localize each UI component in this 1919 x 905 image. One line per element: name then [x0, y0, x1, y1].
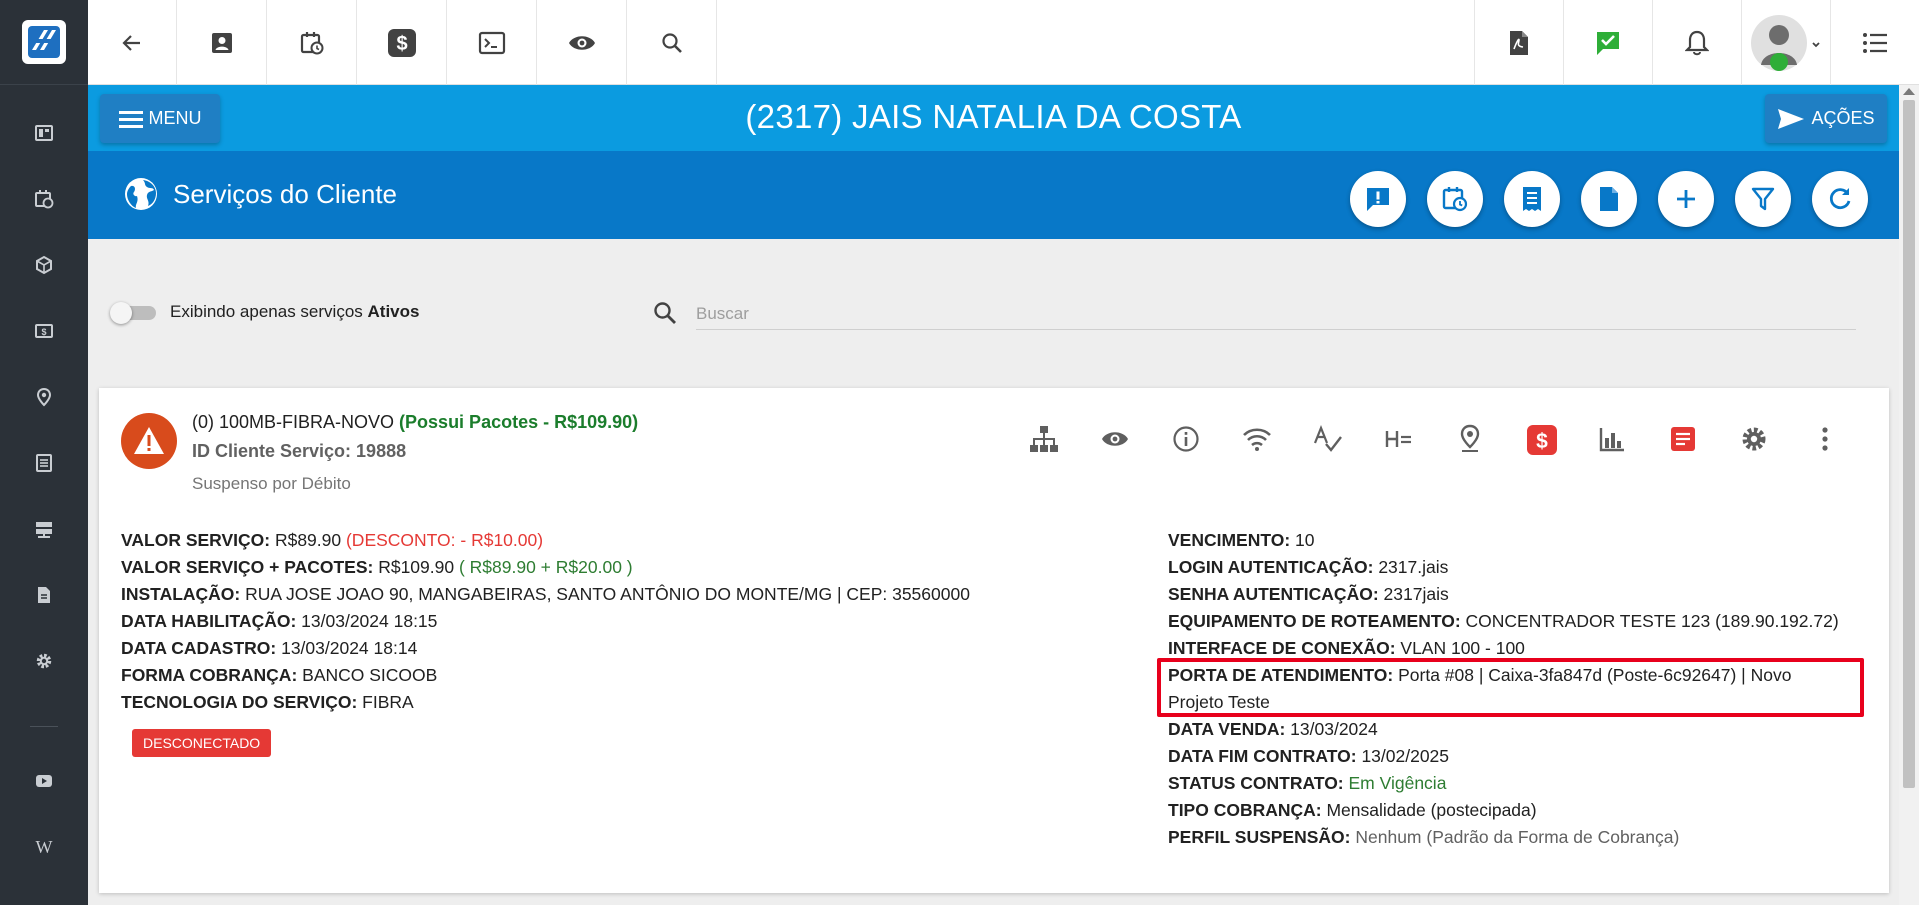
search-icon [652, 300, 678, 326]
spellcheck-icon[interactable] [1313, 424, 1343, 454]
notes-icon[interactable] [1668, 424, 1698, 454]
chat-check-button[interactable] [1564, 0, 1652, 85]
service-status: Suspenso por Débito [192, 474, 351, 493]
svg-text:$: $ [1536, 430, 1548, 453]
more-vert-icon[interactable] [1810, 424, 1840, 454]
svg-text:$: $ [41, 327, 46, 337]
detail-row: DATA FIM CONTRATO: 13/02/2025 [1168, 746, 1450, 766]
detail-row: INSTALAÇÃO: RUA JOSE JOAO 90, MANGABEIRA… [121, 584, 970, 604]
top-toolbar: $ [88, 0, 1919, 85]
logo-area[interactable] [0, 0, 88, 85]
dollar-button[interactable]: $ [357, 0, 446, 85]
svg-text:$: $ [396, 33, 407, 55]
scroll-up-arrow[interactable] [1903, 88, 1915, 95]
receipt-icon [1523, 187, 1541, 211]
alert-message-icon [1367, 188, 1389, 211]
search-input[interactable] [696, 298, 1856, 330]
actions-label: AÇÕES [1811, 108, 1875, 128]
toggle-label: Exibindo apenas serviços Ativos [170, 302, 420, 321]
document-icon[interactable] [32, 583, 56, 607]
document-button[interactable] [1581, 171, 1637, 227]
list-icon[interactable] [32, 451, 56, 475]
service-details-left: VALOR SERVIÇO: R$89.90 (DESCONTO: - R$10… [121, 527, 970, 716]
list-menu-button[interactable] [1831, 0, 1919, 85]
bell-button[interactable] [1653, 0, 1741, 85]
service-card: (0) 100MB-FIBRA-NOVO (Possui Pacotes - R… [99, 388, 1889, 893]
heading-icon[interactable] [1384, 424, 1414, 454]
detail-row: EQUIPAMENTO DE ROTEAMENTO: CONCENTRADOR … [1168, 611, 1839, 631]
toggle-label-bold: Ativos [367, 302, 420, 321]
warning-icon [121, 413, 177, 469]
detail-row: DATA VENDA: 13/03/2024 [1168, 719, 1378, 739]
detail-row: STATUS CONTRATO: Em Vigência [1168, 773, 1447, 793]
detail-row: TECNOLOGIA DO SERVIÇO: FIBRA [121, 692, 414, 712]
client-header: MENU (2317) JAIS NATALIA DA COSTA AÇÕES [88, 85, 1899, 151]
box-icon[interactable] [32, 253, 56, 277]
money-icon[interactable]: $ [32, 319, 56, 343]
calendar-clock-icon[interactable] [32, 187, 56, 211]
terminal-button[interactable] [447, 0, 536, 85]
wiki-icon[interactable]: W [32, 835, 56, 859]
contact-card-button[interactable] [177, 0, 266, 85]
youtube-icon[interactable] [32, 769, 56, 793]
eye-icon[interactable] [1100, 424, 1130, 454]
detail-row: DATA HABILITAÇÃO: 13/03/2024 18:15 [121, 611, 438, 631]
map-pin-icon[interactable] [32, 385, 56, 409]
detail-row: LOGIN AUTENTICAÇÃO: 2317.jais [1168, 557, 1449, 577]
send-icon [1778, 108, 1805, 129]
alert-message-button[interactable] [1350, 171, 1406, 227]
sidebar-divider [30, 726, 58, 727]
billing-icon[interactable]: $ [1526, 424, 1558, 456]
settings-gear-icon[interactable] [1739, 424, 1769, 454]
scrollbar-thumb[interactable] [1903, 100, 1915, 788]
info-icon[interactable] [1171, 424, 1201, 454]
actions-button[interactable]: AÇÕES [1765, 94, 1887, 143]
plus-icon [1677, 190, 1695, 208]
detail-row: SENHA AUTENTICAÇÃO: 2317jais [1168, 584, 1449, 604]
calendar-clock-icon [1442, 187, 1468, 212]
detail-row: PERFIL SUSPENSÃO: Nenhum (Padrão da Form… [1168, 827, 1680, 847]
detail-row: DATA CADASTRO: 13/03/2024 18:14 [121, 638, 418, 658]
server-icon[interactable] [32, 517, 56, 541]
add-button[interactable] [1658, 171, 1714, 227]
detail-row: VALOR SERVIÇO: R$89.90 (DESCONTO: - R$10… [121, 530, 544, 550]
active-services-toggle[interactable] [110, 302, 158, 324]
detail-row: TIPO COBRANÇA: Mensalidade (postecipada) [1168, 800, 1537, 820]
filter-button[interactable] [1735, 171, 1791, 227]
chart-icon[interactable] [1597, 424, 1627, 454]
sidebar: $ W [0, 0, 88, 905]
filter-icon [1751, 187, 1775, 211]
refresh-icon [1829, 188, 1851, 210]
back-button[interactable] [88, 0, 176, 85]
receipt-button[interactable] [1504, 171, 1560, 227]
service-packages: (Possui Pacotes - R$109.90) [399, 412, 639, 432]
document-icon [1600, 187, 1618, 211]
schedule-button[interactable] [1427, 171, 1483, 227]
connection-status-badge: DESCONECTADO [132, 729, 272, 757]
section-title: Serviços do Cliente [173, 179, 397, 209]
service-name: (0) 100MB-FIBRA-NOVO (Possui Pacotes - R… [192, 412, 639, 432]
wifi-icon[interactable] [1242, 424, 1272, 454]
gear-icon[interactable] [32, 649, 56, 673]
app-logo[interactable] [22, 20, 66, 64]
section-header: Serviços do Cliente [88, 151, 1899, 239]
search-button[interactable] [627, 0, 716, 85]
user-menu-button[interactable] [1742, 0, 1830, 85]
refresh-button[interactable] [1812, 171, 1868, 227]
pdf-button[interactable] [1475, 0, 1563, 85]
eye-button[interactable] [537, 0, 626, 85]
network-tree-icon[interactable] [1029, 424, 1059, 454]
avatar [1751, 14, 1820, 71]
globe-icon [123, 176, 159, 212]
detail-row: VALOR SERVIÇO + PACOTES: R$109.90 ( R$89… [121, 557, 633, 577]
calendar-clock-button[interactable] [267, 0, 356, 85]
detail-row: VENCIMENTO: 10 [1168, 530, 1315, 550]
location-pin-icon[interactable] [1455, 424, 1485, 454]
dashboard-icon[interactable] [32, 121, 56, 145]
detail-row: FORMA COBRANÇA: BANCO SICOOB [121, 665, 438, 685]
client-title: (2317) JAIS NATALIA DA COSTA [745, 98, 1242, 135]
highlight-box [1157, 658, 1864, 717]
service-id: ID Cliente Serviço: 19888 [192, 441, 407, 461]
